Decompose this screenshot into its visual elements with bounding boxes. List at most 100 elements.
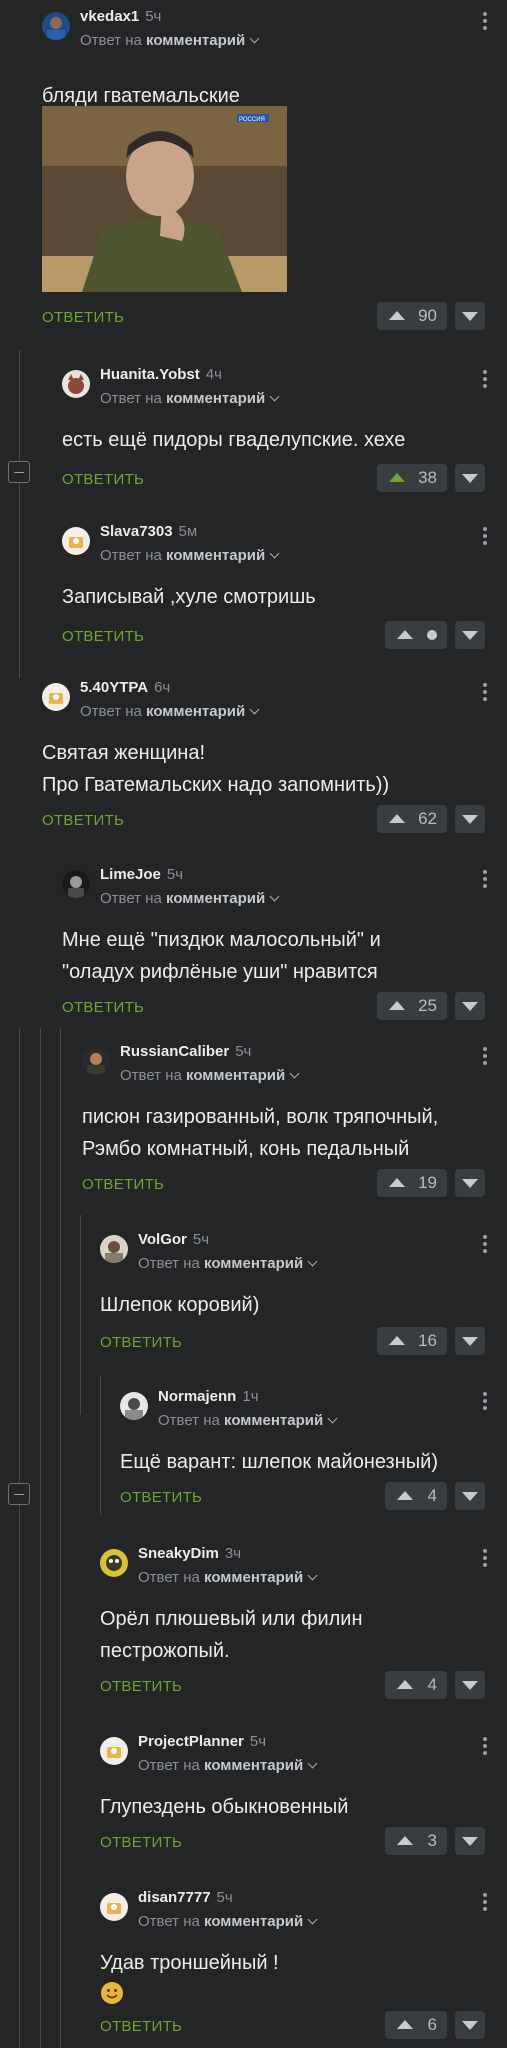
avatar[interactable] bbox=[62, 370, 90, 398]
upvote-button[interactable]: 25 bbox=[377, 992, 447, 1020]
dark-avatar-icon bbox=[68, 876, 84, 898]
reply-button[interactable]: ОТВЕТИТЬ bbox=[100, 1678, 182, 1695]
arrow-up-icon bbox=[389, 814, 405, 823]
score: 6 bbox=[427, 2015, 437, 2034]
reply-button[interactable]: ОТВЕТИТЬ bbox=[62, 999, 144, 1016]
downvote-button[interactable] bbox=[455, 1327, 485, 1355]
more-options-icon[interactable] bbox=[483, 683, 487, 704]
upvote-button[interactable]: 16 bbox=[377, 1327, 447, 1355]
reply-to[interactable]: Ответ на комментарий bbox=[80, 32, 260, 49]
photo-man-icon: РОССИЯ bbox=[42, 106, 287, 292]
comment: 5.40YTPA 6ч Ответ на комментарий Святая ж… bbox=[42, 679, 497, 839]
more-options-icon[interactable] bbox=[483, 870, 487, 891]
vote-controls: 90 bbox=[377, 302, 485, 330]
character-avatar-icon bbox=[106, 1555, 122, 1571]
more-options-icon[interactable] bbox=[483, 1893, 487, 1914]
upvote-button[interactable]: 3 bbox=[385, 1827, 447, 1855]
score: 16 bbox=[418, 1331, 437, 1350]
more-options-icon[interactable] bbox=[483, 527, 487, 548]
chevron-down-icon bbox=[249, 704, 260, 715]
downvote-button[interactable] bbox=[455, 1671, 485, 1699]
chevron-down-icon bbox=[269, 548, 280, 559]
avatar[interactable] bbox=[100, 1549, 128, 1577]
reply-to[interactable]: Ответ на комментарий bbox=[158, 1412, 338, 1429]
downvote-button[interactable] bbox=[455, 805, 485, 833]
upvote-button[interactable]: 90 bbox=[377, 302, 447, 330]
collapse-thread-button[interactable] bbox=[8, 461, 30, 483]
arrow-down-icon bbox=[462, 1492, 478, 1501]
reply-to[interactable]: Ответ на комментарий bbox=[138, 1913, 318, 1930]
reply-to[interactable]: Ответ на комментарий bbox=[138, 1757, 318, 1774]
downvote-button[interactable] bbox=[455, 2011, 485, 2039]
username[interactable]: RussianCaliber 5ч bbox=[120, 1043, 251, 1060]
upvote-button[interactable] bbox=[385, 621, 447, 649]
reply-button[interactable]: ОТВЕТИТЬ bbox=[120, 1489, 202, 1506]
upvote-button[interactable]: 62 bbox=[377, 805, 447, 833]
avatar[interactable] bbox=[100, 1893, 128, 1921]
more-options-icon[interactable] bbox=[483, 1235, 487, 1256]
downvote-button[interactable] bbox=[455, 992, 485, 1020]
reply-to[interactable]: Ответ на комментарий bbox=[120, 1067, 300, 1084]
avatar[interactable] bbox=[100, 1737, 128, 1765]
comment-text: Удав троншейный ! bbox=[100, 1952, 279, 1974]
avatar[interactable] bbox=[62, 527, 90, 555]
upvote-button[interactable]: 19 bbox=[377, 1169, 447, 1197]
username[interactable]: VolGor 5ч bbox=[138, 1231, 209, 1248]
reply-to[interactable]: Ответ на комментарий bbox=[100, 890, 280, 907]
reply-button[interactable]: ОТВЕТИТЬ bbox=[82, 1176, 164, 1193]
arrow-down-icon bbox=[462, 1681, 478, 1690]
avatar[interactable] bbox=[100, 1235, 128, 1263]
username[interactable]: Huanita.Yobst 4ч bbox=[100, 366, 222, 383]
upvote-button[interactable]: 38 bbox=[377, 464, 447, 492]
more-options-icon[interactable] bbox=[483, 1047, 487, 1068]
upvote-button[interactable]: 4 bbox=[385, 1482, 447, 1510]
vote-controls: 16 bbox=[377, 1327, 485, 1355]
collapse-thread-button[interactable] bbox=[8, 1483, 30, 1505]
reply-button[interactable]: ОТВЕТИТЬ bbox=[62, 471, 144, 488]
downvote-button[interactable] bbox=[455, 1827, 485, 1855]
reply-button[interactable]: ОТВЕТИТЬ bbox=[100, 2018, 182, 2035]
username[interactable]: SneakyDim 3ч bbox=[138, 1545, 241, 1562]
reply-button[interactable]: ОТВЕТИТЬ bbox=[100, 1834, 182, 1851]
username[interactable]: Normajenn 1ч bbox=[158, 1388, 259, 1405]
reply-to[interactable]: Ответ на комментарий bbox=[80, 703, 260, 720]
reply-to[interactable]: Ответ на комментарий bbox=[100, 547, 280, 564]
timestamp: 6ч bbox=[154, 679, 171, 696]
reply-to[interactable]: Ответ на комментарий bbox=[138, 1569, 318, 1586]
arrow-up-icon bbox=[397, 1491, 413, 1500]
avatar[interactable] bbox=[62, 870, 90, 898]
username[interactable]: vkedax1 5ч bbox=[80, 8, 161, 25]
reply-button[interactable]: ОТВЕТИТЬ bbox=[42, 309, 124, 326]
username[interactable]: ProjectPlanner 5ч bbox=[138, 1733, 266, 1750]
username[interactable]: 5.40YTPA 6ч bbox=[80, 679, 170, 696]
downvote-button[interactable] bbox=[455, 464, 485, 492]
more-options-icon[interactable] bbox=[483, 1549, 487, 1570]
arrow-up-icon bbox=[397, 1836, 413, 1845]
reply-button[interactable]: ОТВЕТИТЬ bbox=[62, 628, 144, 645]
avatar[interactable] bbox=[42, 12, 70, 40]
avatar[interactable] bbox=[120, 1392, 148, 1420]
avatar[interactable] bbox=[82, 1047, 110, 1075]
avatar[interactable] bbox=[42, 683, 70, 711]
downvote-button[interactable] bbox=[455, 621, 485, 649]
more-options-icon[interactable] bbox=[483, 1737, 487, 1758]
more-options-icon[interactable] bbox=[483, 370, 487, 391]
more-options-icon[interactable] bbox=[483, 1392, 487, 1413]
thread-line-6 bbox=[100, 1375, 101, 1515]
username[interactable]: disan7777 5ч bbox=[138, 1889, 233, 1906]
reply-to[interactable]: Ответ на комментарий bbox=[138, 1255, 318, 1272]
comment: SneakyDim 3ч Ответ на комментарий Орёл пл… bbox=[100, 1545, 497, 1705]
username[interactable]: Slava7303 5м bbox=[100, 523, 197, 540]
reply-to[interactable]: Ответ на комментарий bbox=[100, 390, 280, 407]
downvote-button[interactable] bbox=[455, 1169, 485, 1197]
downvote-button[interactable] bbox=[455, 302, 485, 330]
upvote-button[interactable]: 4 bbox=[385, 1671, 447, 1699]
comment-image[interactable]: РОССИЯ bbox=[42, 106, 287, 292]
upvote-button[interactable]: 6 bbox=[385, 2011, 447, 2039]
timestamp: 5м bbox=[178, 523, 198, 540]
reply-button[interactable]: ОТВЕТИТЬ bbox=[100, 1334, 182, 1351]
reply-button[interactable]: ОТВЕТИТЬ bbox=[42, 812, 124, 829]
username[interactable]: LimeJoe 5ч bbox=[100, 866, 183, 883]
more-options-icon[interactable] bbox=[483, 12, 487, 33]
downvote-button[interactable] bbox=[455, 1482, 485, 1510]
